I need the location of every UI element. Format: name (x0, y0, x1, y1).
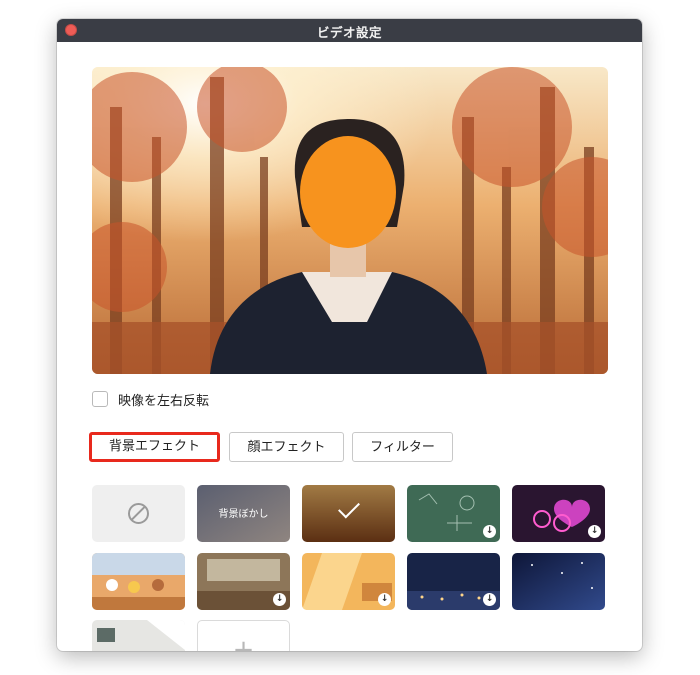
studio-room-thumbnail (92, 620, 185, 651)
blur-label: 背景ぼかし (218, 509, 269, 520)
window-title: ビデオ設定 (316, 25, 382, 40)
background-night-city[interactable]: ↓ (407, 553, 500, 610)
characters-thumbnail (92, 553, 185, 610)
download-icon: ↓ (378, 593, 391, 606)
download-icon: ↓ (273, 593, 286, 606)
tab-face-effect[interactable]: 顔エフェクト (229, 432, 344, 462)
download-icon: ↓ (483, 525, 496, 538)
plus-icon: + (232, 635, 255, 651)
mirror-checkbox[interactable] (92, 391, 108, 407)
camera-preview (92, 67, 608, 374)
background-classroom[interactable]: ↓ (197, 553, 290, 610)
prohibited-icon (128, 503, 149, 524)
add-background-button[interactable]: + (197, 620, 290, 651)
tab-background-effect[interactable]: 背景エフェクト (89, 432, 220, 462)
title-bar: ビデオ設定 (57, 19, 642, 42)
background-autumn-forest[interactable] (302, 485, 395, 542)
background-chalkboard[interactable]: ↓ (407, 485, 500, 542)
starry-sky-thumbnail (512, 553, 605, 610)
mirror-label: 映像を左右反転 (118, 394, 210, 409)
background-characters-garden[interactable] (92, 553, 185, 610)
background-sunny-room[interactable]: ↓ (302, 553, 395, 610)
background-starry-sky[interactable] (512, 553, 605, 610)
background-none[interactable] (92, 485, 185, 542)
video-settings-window: ビデオ設定 映像を左右反転 背景エフェクト 顔エフェクト フィルター 背景ぼかし… (57, 19, 642, 651)
download-icon: ↓ (588, 525, 601, 538)
download-icon: ↓ (483, 593, 496, 606)
background-neon-hearts[interactable]: ↓ (512, 485, 605, 542)
background-blur[interactable]: 背景ぼかし (197, 485, 290, 542)
tab-filter[interactable]: フィルター (352, 432, 453, 462)
background-studio-room[interactable] (92, 620, 185, 651)
preview-image (92, 67, 608, 374)
